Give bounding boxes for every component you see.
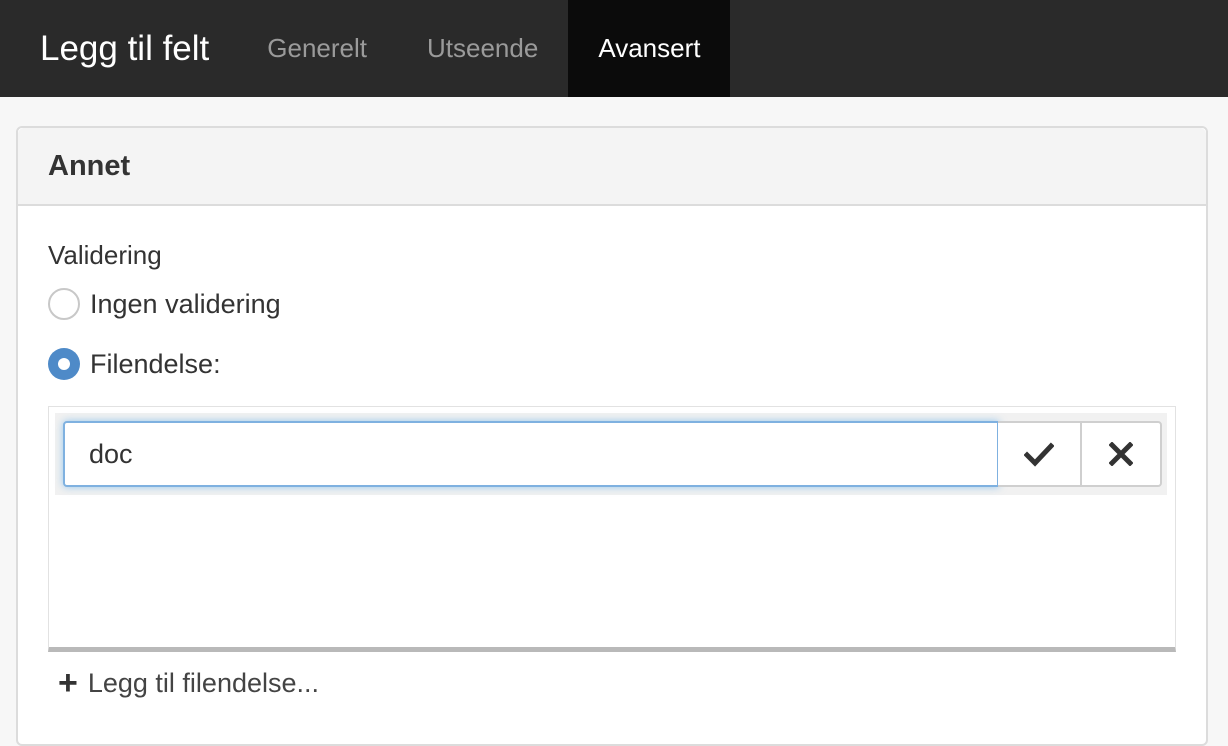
dialog-title: Legg til felt	[40, 28, 210, 68]
extension-input[interactable]	[63, 421, 999, 487]
top-bar: Legg til felt Generelt Utseende Avansert	[0, 0, 1228, 97]
extension-edit-row	[55, 413, 1167, 495]
radio-checked-icon[interactable]	[48, 348, 80, 380]
add-extension-link[interactable]: + Legg til filendelse...	[58, 666, 319, 700]
panel-title: Annet	[48, 149, 131, 182]
plus-icon: +	[58, 664, 78, 702]
validation-label: Validering	[48, 240, 162, 270]
close-icon	[1109, 442, 1133, 466]
add-extension-label: Legg til filendelse...	[87, 667, 320, 698]
radio-no-validation-label: Ingen validering	[90, 288, 281, 319]
radio-file-extension[interactable]: Filendelse:	[48, 348, 221, 380]
tab-utseende[interactable]: Utseende	[397, 0, 568, 97]
radio-file-extension-label: Filendelse:	[90, 348, 221, 379]
panel-header: Annet	[18, 128, 1206, 206]
extension-list	[48, 406, 1176, 652]
radio-no-validation[interactable]: Ingen validering	[48, 288, 281, 320]
confirm-button[interactable]	[998, 421, 1080, 487]
tab-avansert[interactable]: Avansert	[568, 0, 731, 97]
cancel-button[interactable]	[1080, 421, 1162, 487]
radio-circle-icon[interactable]	[48, 288, 80, 320]
tab-generelt[interactable]: Generelt	[237, 0, 397, 97]
check-icon	[1024, 442, 1054, 467]
other-panel: Annet Validering Ingen validering Filend…	[16, 126, 1208, 746]
